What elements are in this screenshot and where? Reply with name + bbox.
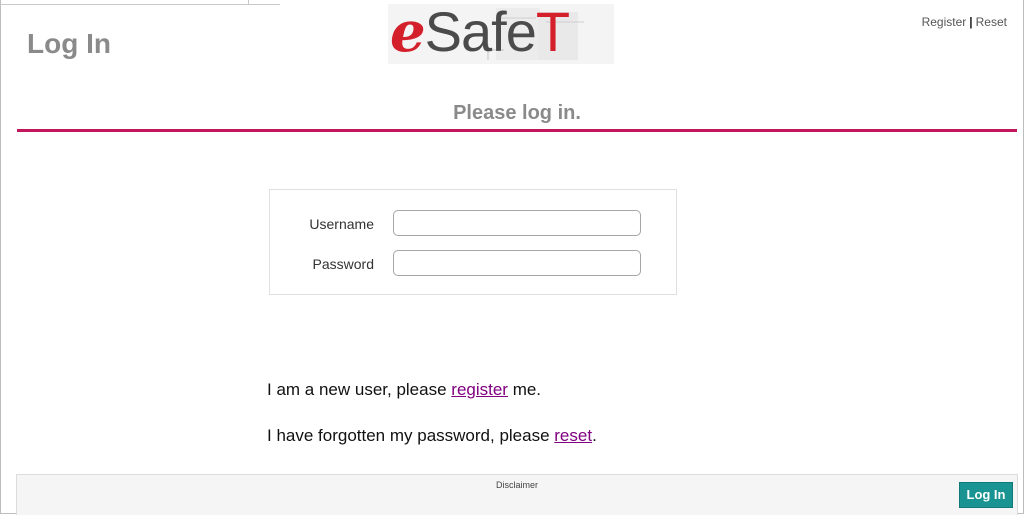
forgot-password-text: I have forgotten my password, please	[267, 426, 555, 445]
forgot-password-text-end: .	[592, 426, 597, 445]
esafet-logo: eSafeT	[388, 4, 614, 64]
username-field[interactable]	[393, 210, 641, 236]
logo-wordmark: eSafeT	[390, 4, 570, 64]
password-field[interactable]	[393, 250, 641, 276]
new-user-text-end: me.	[507, 380, 542, 399]
forgot-password-help: I have forgotten my password, please res…	[267, 426, 597, 446]
new-user-help: I am a new user, please register me.	[267, 380, 541, 400]
page-subtitle: Please log in.	[453, 102, 581, 124]
username-label: Username	[309, 216, 374, 232]
footer-bar: Disclaimer Log In	[16, 474, 1018, 515]
reset-link[interactable]: reset	[554, 426, 592, 445]
logo-letter-t: T	[535, 4, 570, 63]
header-divider	[17, 129, 1017, 132]
tab-divider	[248, 0, 249, 4]
top-tab-strip	[0, 0, 280, 5]
new-user-text: I am a new user, please	[267, 380, 452, 399]
header-register-link[interactable]: Register	[922, 15, 967, 29]
header-links: Register | Reset	[922, 15, 1007, 29]
page-title: Log In	[27, 28, 111, 59]
header-links-separator: |	[969, 15, 973, 29]
register-link[interactable]: register	[451, 380, 508, 399]
header-reset-link[interactable]: Reset	[976, 15, 1007, 29]
disclaimer-text: Disclaimer	[495, 480, 538, 490]
login-button[interactable]: Log In	[959, 482, 1013, 508]
login-form: Username Password	[269, 189, 677, 295]
password-label: Password	[312, 256, 374, 272]
logo-letter-e: e	[390, 4, 426, 64]
logo-letters-safe: Safe	[424, 4, 537, 63]
